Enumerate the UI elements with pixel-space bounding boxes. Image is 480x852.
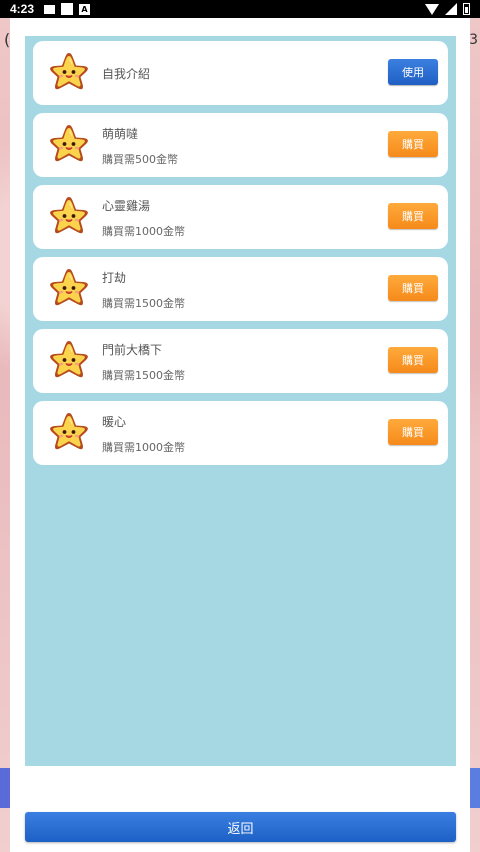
list-item: 自我介紹 使用 [33,41,448,105]
buy-button[interactable]: 購買 [388,203,438,229]
back-button[interactable]: 返回 [25,812,456,842]
star-icon [47,194,91,238]
list-item: 打劫購買需1500金幣 購買 [33,257,448,321]
item-price: 購買需1500金幣 [102,369,185,382]
star-icon [47,266,91,310]
system-icons [425,3,470,15]
item-title: 自我介紹 [102,67,151,81]
item-price: 購買需1000金幣 [102,225,185,238]
list-item: 暖心購買需1000金幣 購買 [33,401,448,465]
buy-button[interactable]: 購買 [388,275,438,301]
item-title: 暖心 [102,415,127,429]
buy-button[interactable]: 購買 [388,419,438,445]
greeting-list[interactable]: 自我介紹 使用 萌萌噠 購買需500金幣 購買 心靈雞湯 購買需1000金幣 購買 打劫購… [25,36,456,766]
list-item: 門前大橋下購買需1500金幣 購買 [33,329,448,393]
signal-icon [445,3,457,15]
item-title: 打劫 [102,271,127,285]
item-title: 門前大橋下 [102,343,163,357]
star-icon [47,410,91,454]
star-icon [47,338,91,382]
image-icon [44,4,56,14]
status-bar: 4:23 A [0,0,480,18]
status-time: 4:23 [10,2,35,16]
item-price: 購買需1500金幣 [102,297,185,310]
background-glyph-right: 3 [469,32,478,48]
list-item: 萌萌噠購買需500金幣 購買 [33,113,448,177]
buy-button[interactable]: 購買 [388,347,438,373]
battery-icon [463,3,470,15]
a-icon: A [79,3,91,15]
notification-icons: A [44,3,91,15]
wifi-icon [425,3,439,15]
use-button[interactable]: 使用 [388,59,438,85]
list-item: 心靈雞湯購買需1000金幣 購買 [33,185,448,249]
item-price: 購買需1000金幣 [102,441,185,454]
item-title: 萌萌噠 [102,127,139,141]
item-title: 心靈雞湯 [102,199,151,213]
greeting-shop-dialog: 自我介紹 使用 萌萌噠 購買需500金幣 購買 心靈雞湯 購買需1000金幣 購買 打劫購… [10,18,470,852]
buy-button[interactable]: 購買 [388,131,438,157]
star-icon [47,50,91,94]
item-price: 購買需500金幣 [102,153,178,166]
star-icon [47,122,91,166]
square-icon [61,3,74,15]
